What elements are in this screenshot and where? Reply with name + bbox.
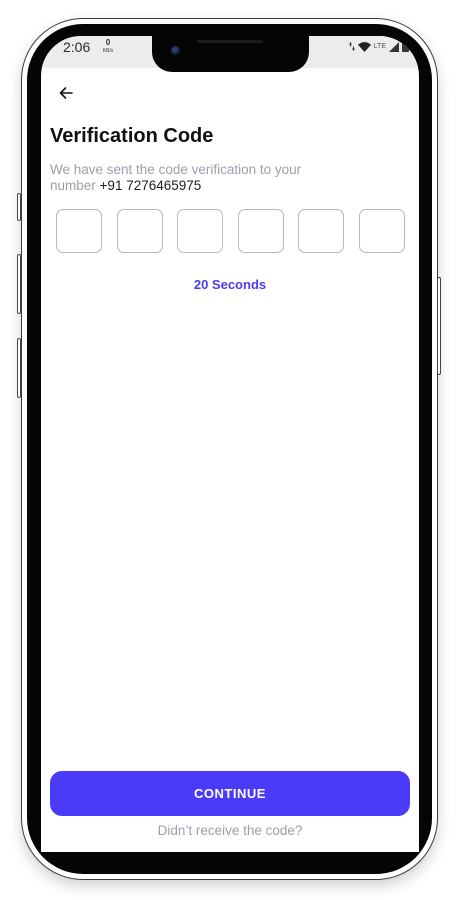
resend-timer: 20 Seconds xyxy=(193,277,267,292)
arrow-left-icon xyxy=(59,87,73,99)
battery-icon xyxy=(402,41,409,52)
phone-number: +91 7276465975 xyxy=(99,178,202,193)
front-camera xyxy=(171,46,180,55)
power-button xyxy=(437,277,441,375)
resend-code-link[interactable]: Didn’t receive the code? xyxy=(41,823,419,838)
volume-down-button xyxy=(17,338,21,398)
otp-digit-4[interactable] xyxy=(237,209,284,253)
otp-digit-1[interactable] xyxy=(56,209,102,253)
app-screen: 2:06 0 KB/s LTE Verification Code We hav… xyxy=(41,36,419,852)
cell-signal-icon xyxy=(389,41,399,52)
wifi-icon xyxy=(357,41,371,52)
silent-switch xyxy=(17,193,21,221)
otp-digit-6[interactable] xyxy=(358,209,405,253)
otp-digit-3[interactable] xyxy=(177,209,224,253)
back-button[interactable] xyxy=(55,82,77,104)
otp-digit-5[interactable] xyxy=(298,209,345,253)
earpiece-speaker xyxy=(197,40,263,43)
otp-input-group xyxy=(56,209,405,253)
otp-digit-2[interactable] xyxy=(116,209,163,253)
network-speed: 0 KB/s xyxy=(100,38,116,55)
page-title: Verification Code xyxy=(50,125,214,147)
continue-button[interactable]: CONTINUE xyxy=(50,771,410,816)
network-speed-unit: KB/s xyxy=(102,48,114,54)
network-speed-value: 0 xyxy=(105,38,111,47)
status-icons: LTE xyxy=(348,41,409,52)
verification-message: We have sent the code verification to yo… xyxy=(50,162,330,194)
camera-notch xyxy=(152,36,309,72)
lte-icon: LTE xyxy=(373,43,386,50)
volume-up-button xyxy=(17,254,21,314)
status-time: 2:06 xyxy=(63,39,91,55)
data-arrows-icon xyxy=(348,42,355,51)
